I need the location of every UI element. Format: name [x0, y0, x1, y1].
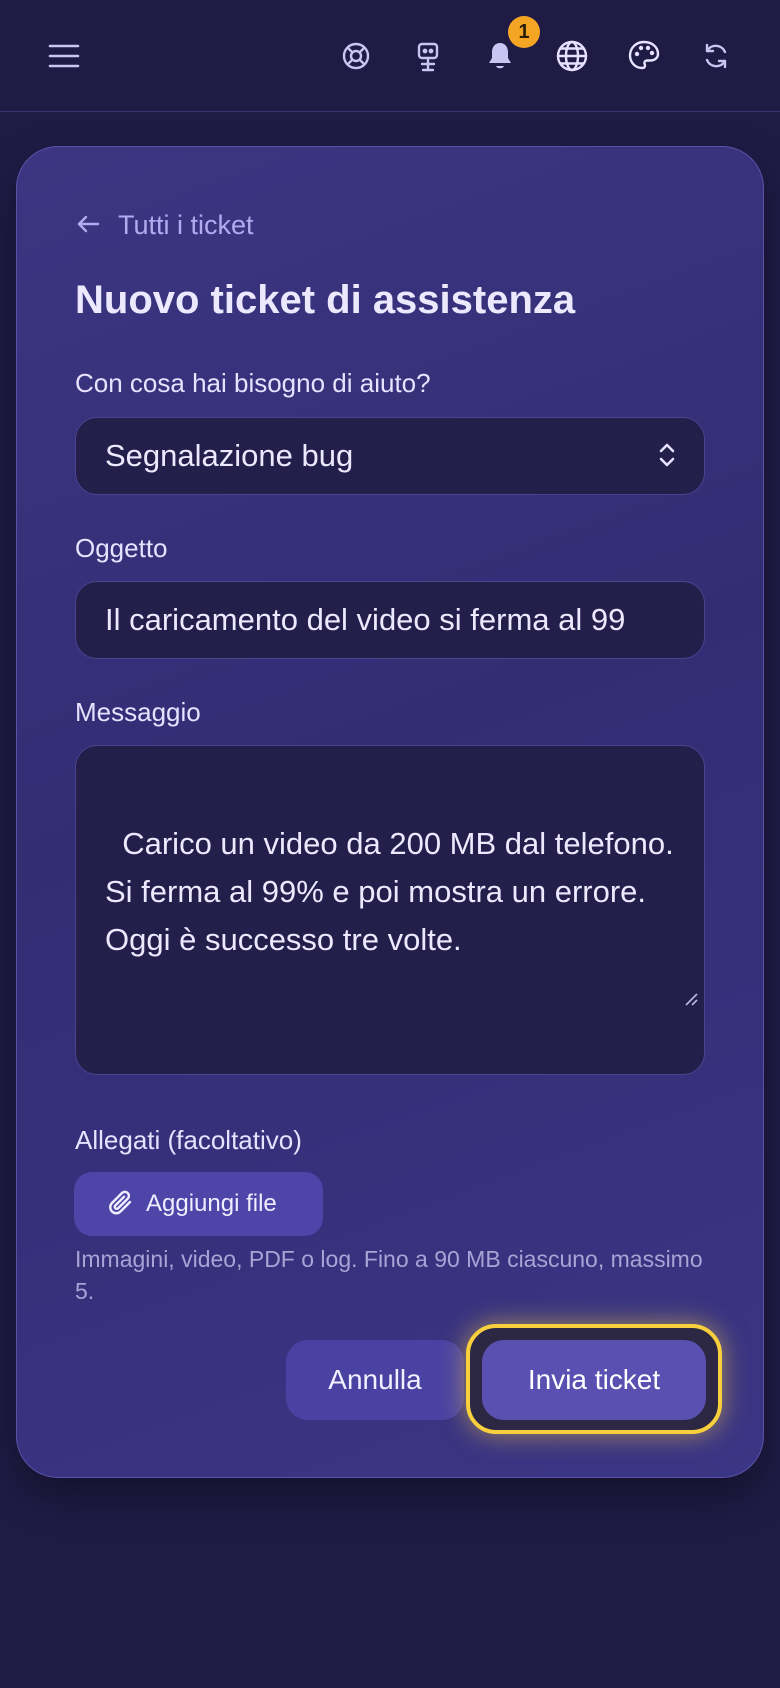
attachments-label: Allegati (facoltativo): [75, 1125, 302, 1155]
robot-icon[interactable]: [408, 36, 448, 76]
chevron-up-down-icon: [658, 440, 676, 478]
top-bar: 1: [0, 0, 780, 112]
notification-badge: 1: [508, 16, 540, 48]
message-textarea[interactable]: Carico un video da 200 MB dal telefono. …: [75, 745, 705, 1075]
attachments-hint: Immagini, video, PDF o log. Fino a 90 MB…: [75, 1246, 703, 1304]
subject-label: Oggetto: [75, 533, 168, 563]
add-file-label: Aggiungi file: [146, 1190, 277, 1217]
category-label: Con cosa hai bisogno di aiuto?: [75, 368, 431, 398]
submit-ticket-button[interactable]: Invia ticket: [482, 1340, 706, 1420]
cancel-button[interactable]: Annulla: [286, 1340, 464, 1420]
menu-icon[interactable]: [44, 36, 84, 76]
resize-handle-icon[interactable]: [650, 924, 698, 1068]
palette-icon[interactable]: [624, 36, 664, 76]
category-select[interactable]: Segnalazione bug: [75, 417, 705, 495]
globe-icon[interactable]: [552, 36, 592, 76]
arrow-left-icon: [76, 210, 100, 241]
back-to-tickets-link[interactable]: Tutti i ticket: [76, 205, 254, 245]
refresh-icon[interactable]: [696, 36, 736, 76]
add-file-button[interactable]: Aggiungi file: [74, 1172, 323, 1236]
back-link-label: Tutti i ticket: [118, 209, 254, 240]
category-selected-value: Segnalazione bug: [105, 438, 354, 473]
message-text: Carico un video da 200 MB dal telefono. …: [105, 826, 683, 957]
paperclip-icon: [109, 1190, 132, 1215]
subject-input[interactable]: Il caricamento del video si ferma al 99: [75, 581, 705, 659]
message-label: Messaggio: [75, 697, 201, 727]
help-icon[interactable]: [336, 36, 376, 76]
page-title: Nuovo ticket di assistenza: [75, 278, 576, 322]
